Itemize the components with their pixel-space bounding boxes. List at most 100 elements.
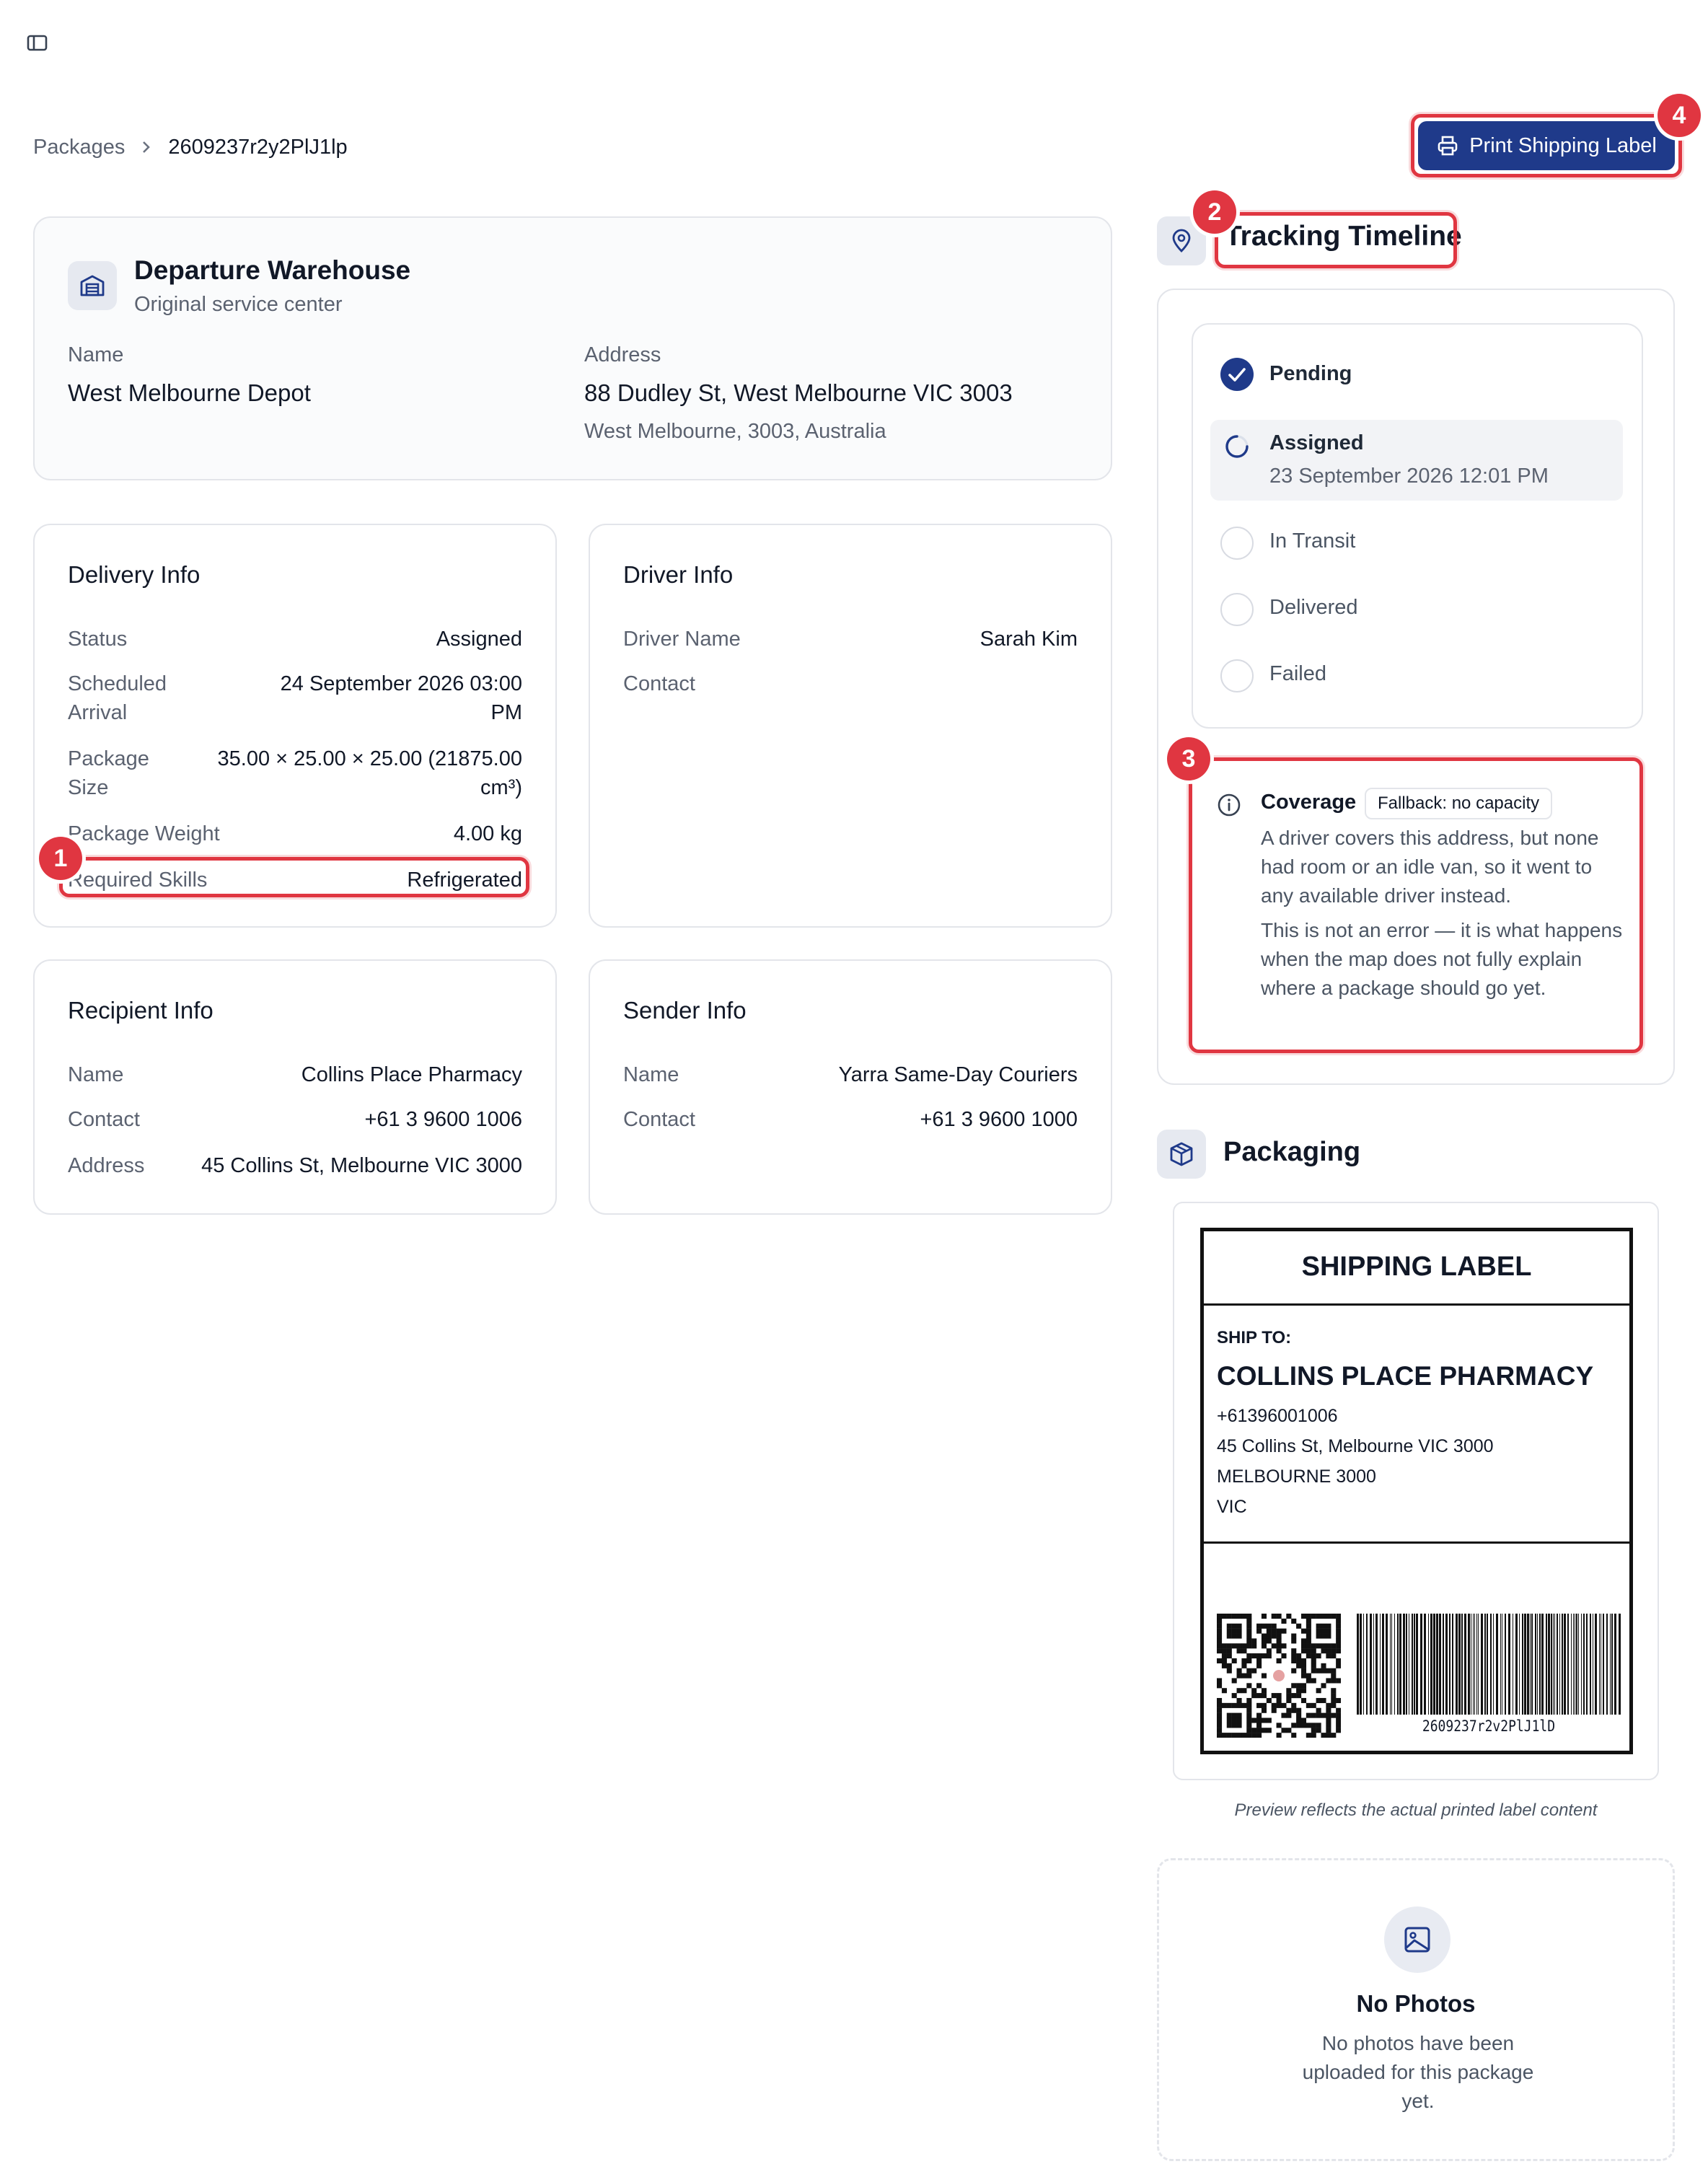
warehouse-icon (80, 275, 105, 296)
tracking-timeline-card: Pending Assigned 23 September 2026 12:01… (1157, 289, 1675, 1085)
driver-name-value: Sarah Kim (980, 628, 1078, 651)
delivery-info-card: Delivery Info Status Assigned Scheduled … (33, 524, 557, 928)
print-shipping-label-button[interactable]: Print Shipping Label (1418, 121, 1675, 170)
label-divider (1204, 1303, 1629, 1306)
sender-row-name: Name Yarra Same-Day Couriers (623, 1060, 1078, 1089)
package-box-icon (1170, 1142, 1193, 1166)
label-address: 45 Collins St, Melbourne VIC 3000 (1217, 1436, 1494, 1456)
coverage-title: Coverage (1261, 791, 1357, 814)
label-ship-to: SHIP TO: (1217, 1328, 1292, 1347)
delivery-status-label: Status (68, 628, 128, 651)
departure-subtitle: Original service center (134, 293, 343, 316)
delivery-skills-label: Required Skills (68, 868, 208, 892)
recipient-contact-value: +61 3 9600 1006 (364, 1108, 522, 1131)
step-upcoming-circle-icon (1220, 659, 1254, 692)
delivery-scheduled-value: 24 September 2026 03:00 PM (280, 672, 522, 724)
step-failed-label: Failed (1269, 662, 1326, 685)
recipient-name-value: Collins Place Pharmacy (301, 1063, 522, 1086)
step-delivered-label: Delivered (1269, 596, 1358, 619)
coverage-text-2: This is not an error — it is what happen… (1261, 919, 1623, 999)
recipient-row-name: Name Collins Place Pharmacy (68, 1060, 522, 1089)
coverage-notice: Coverage Fallback: no capacity A driver … (1193, 762, 1640, 1050)
departure-name-label: Name (68, 343, 124, 366)
sender-contact-label: Contact (623, 1108, 695, 1131)
recipient-row-contact: Contact +61 3 9600 1006 (68, 1105, 522, 1134)
step-assigned-label: Assigned (1269, 431, 1364, 454)
label-preview-caption: Preview reflects the actual printed labe… (1234, 1800, 1598, 1820)
timeline-steps-panel: Pending Assigned 23 September 2026 12:01… (1192, 323, 1643, 729)
sender-name-label: Name (623, 1063, 679, 1086)
recipient-row-address: Address 45 Collins St, Melbourne VIC 300… (68, 1151, 522, 1180)
delivery-scheduled-label: Scheduled Arrival (68, 672, 167, 724)
no-photos-panel: No Photos No photos have been uploaded f… (1157, 1858, 1675, 2161)
label-phone: +61396001006 (1217, 1406, 1338, 1426)
step-assigned-date: 23 September 2026 12:01 PM (1269, 465, 1549, 488)
sender-contact-value: +61 3 9600 1000 (920, 1108, 1078, 1131)
image-icon-circle (1384, 1906, 1451, 1973)
step-upcoming-circle-icon (1220, 593, 1254, 626)
breadcrumb: Packages 2609237r2y2PlJ1lp (33, 133, 348, 162)
delivery-size-value: 35.00 × 25.00 × 25.00 (21875.00 cm³) (217, 747, 522, 799)
departure-name-value: West Melbourne Depot (68, 379, 311, 406)
delivery-skills-value: Refrigerated (407, 868, 522, 892)
delivery-row-status: Status Assigned (68, 625, 522, 654)
recipient-address-label: Address (68, 1154, 145, 1177)
annotation-badge-3: 3 (1167, 737, 1210, 780)
departure-warehouse-card: Departure Warehouse Original service cen… (33, 216, 1112, 480)
label-recipient-name: COLLINS PLACE PHARMACY (1217, 1361, 1594, 1391)
tracking-timeline-title: Tracking Timeline (1225, 221, 1462, 252)
label-state: VIC (1217, 1497, 1247, 1517)
step-in-transit-label: In Transit (1269, 529, 1356, 553)
packaging-icon-box (1157, 1130, 1206, 1179)
recipient-contact-label: Contact (68, 1108, 140, 1131)
sender-row-contact: Contact +61 3 9600 1000 (623, 1105, 1078, 1134)
annotation-badge-4: 4 (1658, 94, 1701, 137)
driver-name-label: Driver Name (623, 628, 741, 651)
sender-name-value: Yarra Same-Day Couriers (838, 1063, 1078, 1086)
shipping-label: SHIPPING LABEL SHIP TO: COLLINS PLACE PH… (1200, 1228, 1633, 1754)
annotation-badge-1: 1 (39, 837, 82, 880)
step-upcoming-circle-icon (1220, 527, 1254, 560)
qr-code (1217, 1614, 1341, 1738)
annotation-badge-2: 2 (1193, 190, 1236, 234)
warehouse-icon-box (68, 261, 117, 310)
sidebar-toggle-button[interactable] (26, 33, 49, 55)
barcode (1357, 1614, 1621, 1715)
no-photos-text: No photos have been uploaded for this pa… (1302, 2032, 1534, 2112)
driver-info-title: Driver Info (623, 561, 734, 588)
driver-info-card: Driver Info Driver Name Sarah Kim Contac… (589, 524, 1112, 928)
chevron-right-icon (143, 141, 151, 153)
departure-address-line2: West Melbourne, 3003, Australia (584, 420, 886, 443)
departure-address-line1: 88 Dudley St, West Melbourne VIC 3003 (584, 379, 1013, 406)
delivery-row-required-skills: Required Skills Refrigerated (68, 866, 522, 894)
delivery-size-label: Package Size (68, 747, 149, 799)
sender-info-card: Sender Info Name Yarra Same-Day Couriers… (589, 959, 1112, 1215)
recipient-address-value: 45 Collins St, Melbourne VIC 3000 (201, 1154, 522, 1177)
breadcrumb-packages-link[interactable]: Packages (33, 136, 125, 159)
driver-row-name: Driver Name Sarah Kim (623, 625, 1078, 654)
label-divider (1204, 1541, 1629, 1544)
coverage-text-1: A driver covers this address, but none h… (1261, 827, 1599, 907)
barcode-text: 2609237r2v2PlJ1lD (1422, 1717, 1556, 1736)
print-button-label: Print Shipping Label (1469, 133, 1657, 157)
departure-address-label: Address (584, 343, 661, 366)
delivery-status-value: Assigned (436, 628, 522, 651)
step-pending-label: Pending (1269, 362, 1352, 385)
departure-title: Departure Warehouse (134, 255, 411, 285)
step-current-spinner-icon (1220, 430, 1254, 463)
recipient-info-title: Recipient Info (68, 997, 214, 1024)
packaging-title: Packaging (1223, 1137, 1361, 1167)
breadcrumb-current: 2609237r2y2PlJ1lp (168, 135, 348, 159)
delivery-weight-label: Package Weight (68, 822, 220, 845)
driver-row-contact: Contact (623, 669, 1078, 698)
sidebar-toggle-icon (27, 35, 48, 51)
delivery-row-package-weight: Package Weight 4.00 kg (68, 819, 522, 848)
map-pin-icon (1172, 229, 1191, 252)
delivery-row-scheduled-arrival: Scheduled Arrival 24 September 2026 03:0… (68, 669, 522, 727)
driver-contact-label: Contact (623, 672, 695, 695)
image-icon (1404, 1927, 1430, 1953)
coverage-tag: Fallback: no capacity (1365, 788, 1553, 819)
delivery-row-package-size: Package Size 35.00 × 25.00 × 25.00 (2187… (68, 744, 522, 802)
step-done-check-icon (1220, 358, 1254, 391)
recipient-name-label: Name (68, 1063, 124, 1086)
